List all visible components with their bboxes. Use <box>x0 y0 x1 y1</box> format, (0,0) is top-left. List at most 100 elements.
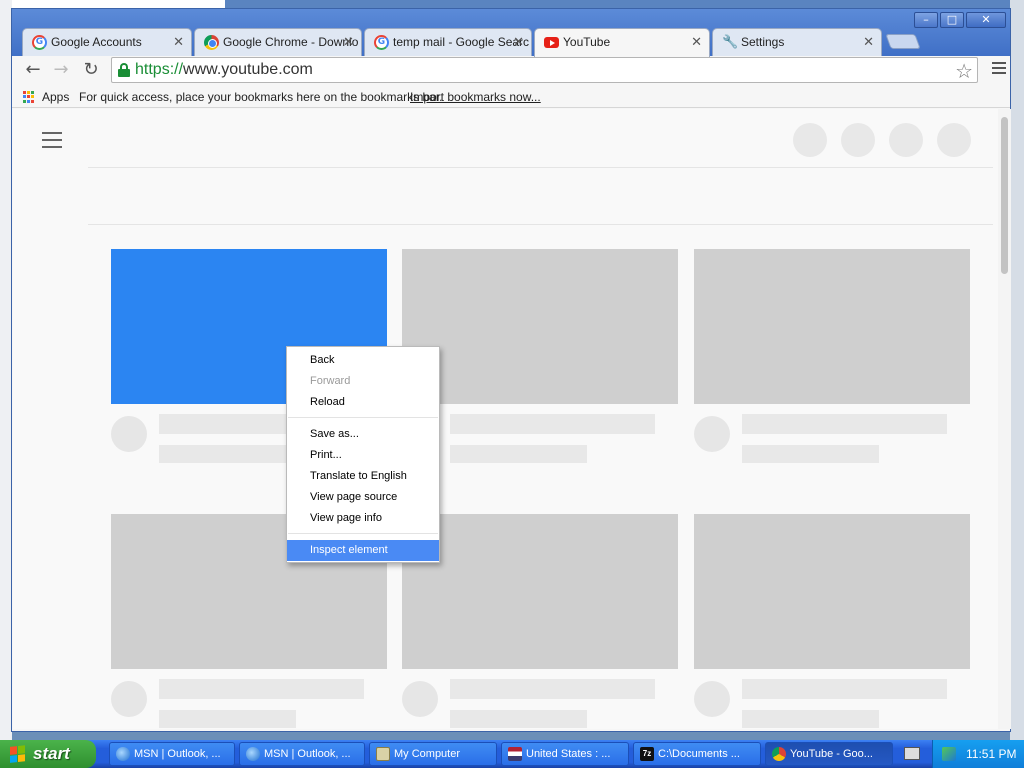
tab-google-accounts[interactable]: G Google Accounts ✕ <box>22 28 192 56</box>
placeholder-circle <box>889 123 923 157</box>
reload-button[interactable]: ↻ <box>80 59 102 81</box>
taskbar-item-united-states[interactable]: United States : ... <box>501 742 629 766</box>
toolbar: ← → ↻ https://www.youtube.com ☆ <box>12 56 1010 84</box>
minimize-button[interactable]: – <box>914 12 938 28</box>
network-icon[interactable] <box>942 747 956 761</box>
url-scheme: https:// <box>135 61 184 78</box>
bookmark-star-icon[interactable]: ☆ <box>955 59 973 83</box>
chrome-window: – □ ✕ G Google Accounts ✕ Google Chrome … <box>11 8 1011 732</box>
ie-icon <box>116 747 130 761</box>
address-bar[interactable]: https://www.youtube.com ☆ <box>111 57 978 83</box>
menu-item-translate[interactable]: Translate to English <box>287 466 439 487</box>
tab-settings[interactable]: 🔧 Settings ✕ <box>712 28 882 56</box>
tab-title: YouTube <box>563 35 611 49</box>
title-placeholder <box>450 414 655 434</box>
context-menu: Back Forward Reload Save as... Print... … <box>286 346 440 563</box>
apps-grid-icon[interactable] <box>23 91 35 103</box>
taskbar-item-my-computer[interactable]: My Computer <box>369 742 497 766</box>
video-thumbnail[interactable] <box>402 249 678 404</box>
keyboard-icon[interactable] <box>904 747 920 760</box>
close-window-button[interactable]: ✕ <box>966 12 1006 28</box>
7zip-icon: 7z <box>640 747 654 761</box>
apps-shortcut[interactable]: Apps <box>42 86 69 108</box>
chrome-menu-icon[interactable] <box>992 62 1006 76</box>
channel-avatar-placeholder <box>111 416 147 452</box>
page-scrollbar[interactable] <box>998 109 1011 729</box>
placeholder-circle <box>937 123 971 157</box>
taskbar-item-label: United States : ... <box>526 748 611 760</box>
url-text: https://www.youtube.com <box>135 61 313 79</box>
guide-menu-icon[interactable] <box>42 132 62 148</box>
wrench-icon: 🔧 <box>722 35 739 50</box>
meta-placeholder <box>159 710 296 728</box>
new-tab-button[interactable] <box>885 34 921 49</box>
divider <box>88 167 993 168</box>
taskbar: start MSN | Outlook, ... MSN | Outlook, … <box>0 740 1024 768</box>
system-tray: 11:51 PM <box>932 740 1024 768</box>
taskbar-item-label: YouTube - Goo... <box>790 748 873 760</box>
youtube-icon <box>544 37 559 48</box>
close-tab-icon[interactable]: ✕ <box>513 29 524 55</box>
menu-separator <box>288 533 438 534</box>
video-thumbnail[interactable] <box>402 514 678 669</box>
placeholder-circle <box>841 123 875 157</box>
tab-youtube[interactable]: YouTube ✕ <box>534 28 710 57</box>
tab-temp-mail-search[interactable]: G temp mail - Google Searc ✕ <box>364 28 532 56</box>
placeholder-circle <box>793 123 827 157</box>
meta-placeholder <box>450 710 587 728</box>
close-tab-icon[interactable]: ✕ <box>173 29 184 55</box>
meta-placeholder <box>742 445 879 463</box>
forward-button[interactable]: → <box>50 59 72 81</box>
close-tab-icon[interactable]: ✕ <box>343 29 354 55</box>
taskbar-item-msn-outlook[interactable]: MSN | Outlook, ... <box>109 742 235 766</box>
google-g-icon: G <box>32 35 47 50</box>
tab-title: Google Accounts <box>51 35 142 49</box>
taskbar-item-documents[interactable]: 7z C:\Documents ... <box>633 742 761 766</box>
divider <box>88 224 993 225</box>
ie-icon <box>246 747 260 761</box>
taskbar-item-youtube-chrome[interactable]: YouTube - Goo... <box>765 742 893 766</box>
tab-title: Google Chrome - Downlo <box>223 35 359 49</box>
menu-item-page-info[interactable]: View page info <box>287 508 439 529</box>
menu-item-save-as[interactable]: Save as... <box>287 424 439 445</box>
video-thumbnail[interactable] <box>694 514 970 669</box>
title-placeholder <box>742 414 947 434</box>
menu-item-print[interactable]: Print... <box>287 445 439 466</box>
flag-icon <box>508 747 522 761</box>
meta-placeholder <box>742 710 879 728</box>
clock[interactable]: 11:51 PM <box>966 740 1016 768</box>
bookmarks-bar: Apps For quick access, place your bookma… <box>12 86 1010 108</box>
channel-avatar-placeholder <box>694 416 730 452</box>
channel-avatar-placeholder <box>694 681 730 717</box>
taskbar-item-msn-outlook[interactable]: MSN | Outlook, ... <box>239 742 365 766</box>
my-computer-icon <box>376 747 390 761</box>
chrome-icon <box>772 747 786 761</box>
menu-item-view-source[interactable]: View page source <box>287 487 439 508</box>
channel-avatar-placeholder <box>402 681 438 717</box>
page-content <box>13 109 998 729</box>
menu-item-inspect-element[interactable]: Inspect element <box>287 540 439 561</box>
title-placeholder <box>450 679 655 699</box>
google-g-icon: G <box>374 35 389 50</box>
title-placeholder <box>159 679 364 699</box>
maximize-button[interactable]: □ <box>940 12 964 28</box>
start-button[interactable]: start <box>0 740 96 768</box>
import-bookmarks-link[interactable]: Import bookmarks now... <box>410 86 541 108</box>
scrollbar-thumb[interactable] <box>1001 117 1008 274</box>
menu-item-back[interactable]: Back <box>287 350 439 371</box>
url-host: www.youtube.com <box>183 61 313 78</box>
window-controls: – □ ✕ <box>914 12 1006 28</box>
start-label: start <box>33 744 70 763</box>
tab-chrome-download[interactable]: Google Chrome - Downlo ✕ <box>194 28 362 56</box>
desktop-background-right <box>1010 0 1024 740</box>
menu-separator <box>288 417 438 418</box>
video-thumbnail[interactable] <box>694 249 970 404</box>
close-tab-icon[interactable]: ✕ <box>863 29 874 55</box>
back-button[interactable]: ← <box>22 59 44 81</box>
menu-item-reload[interactable]: Reload <box>287 392 439 413</box>
close-tab-icon[interactable]: ✕ <box>691 29 702 55</box>
lock-icon <box>118 63 130 77</box>
chrome-icon <box>204 35 219 50</box>
menu-item-forward[interactable]: Forward <box>287 371 439 392</box>
taskbar-item-label: My Computer <box>394 748 461 760</box>
